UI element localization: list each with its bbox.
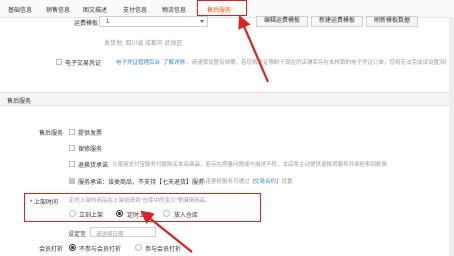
arrow-to-after-sales-tab [238,14,270,83]
annotation-arrows [140,14,270,253]
arrow-to-scheduled-radio [140,210,193,253]
